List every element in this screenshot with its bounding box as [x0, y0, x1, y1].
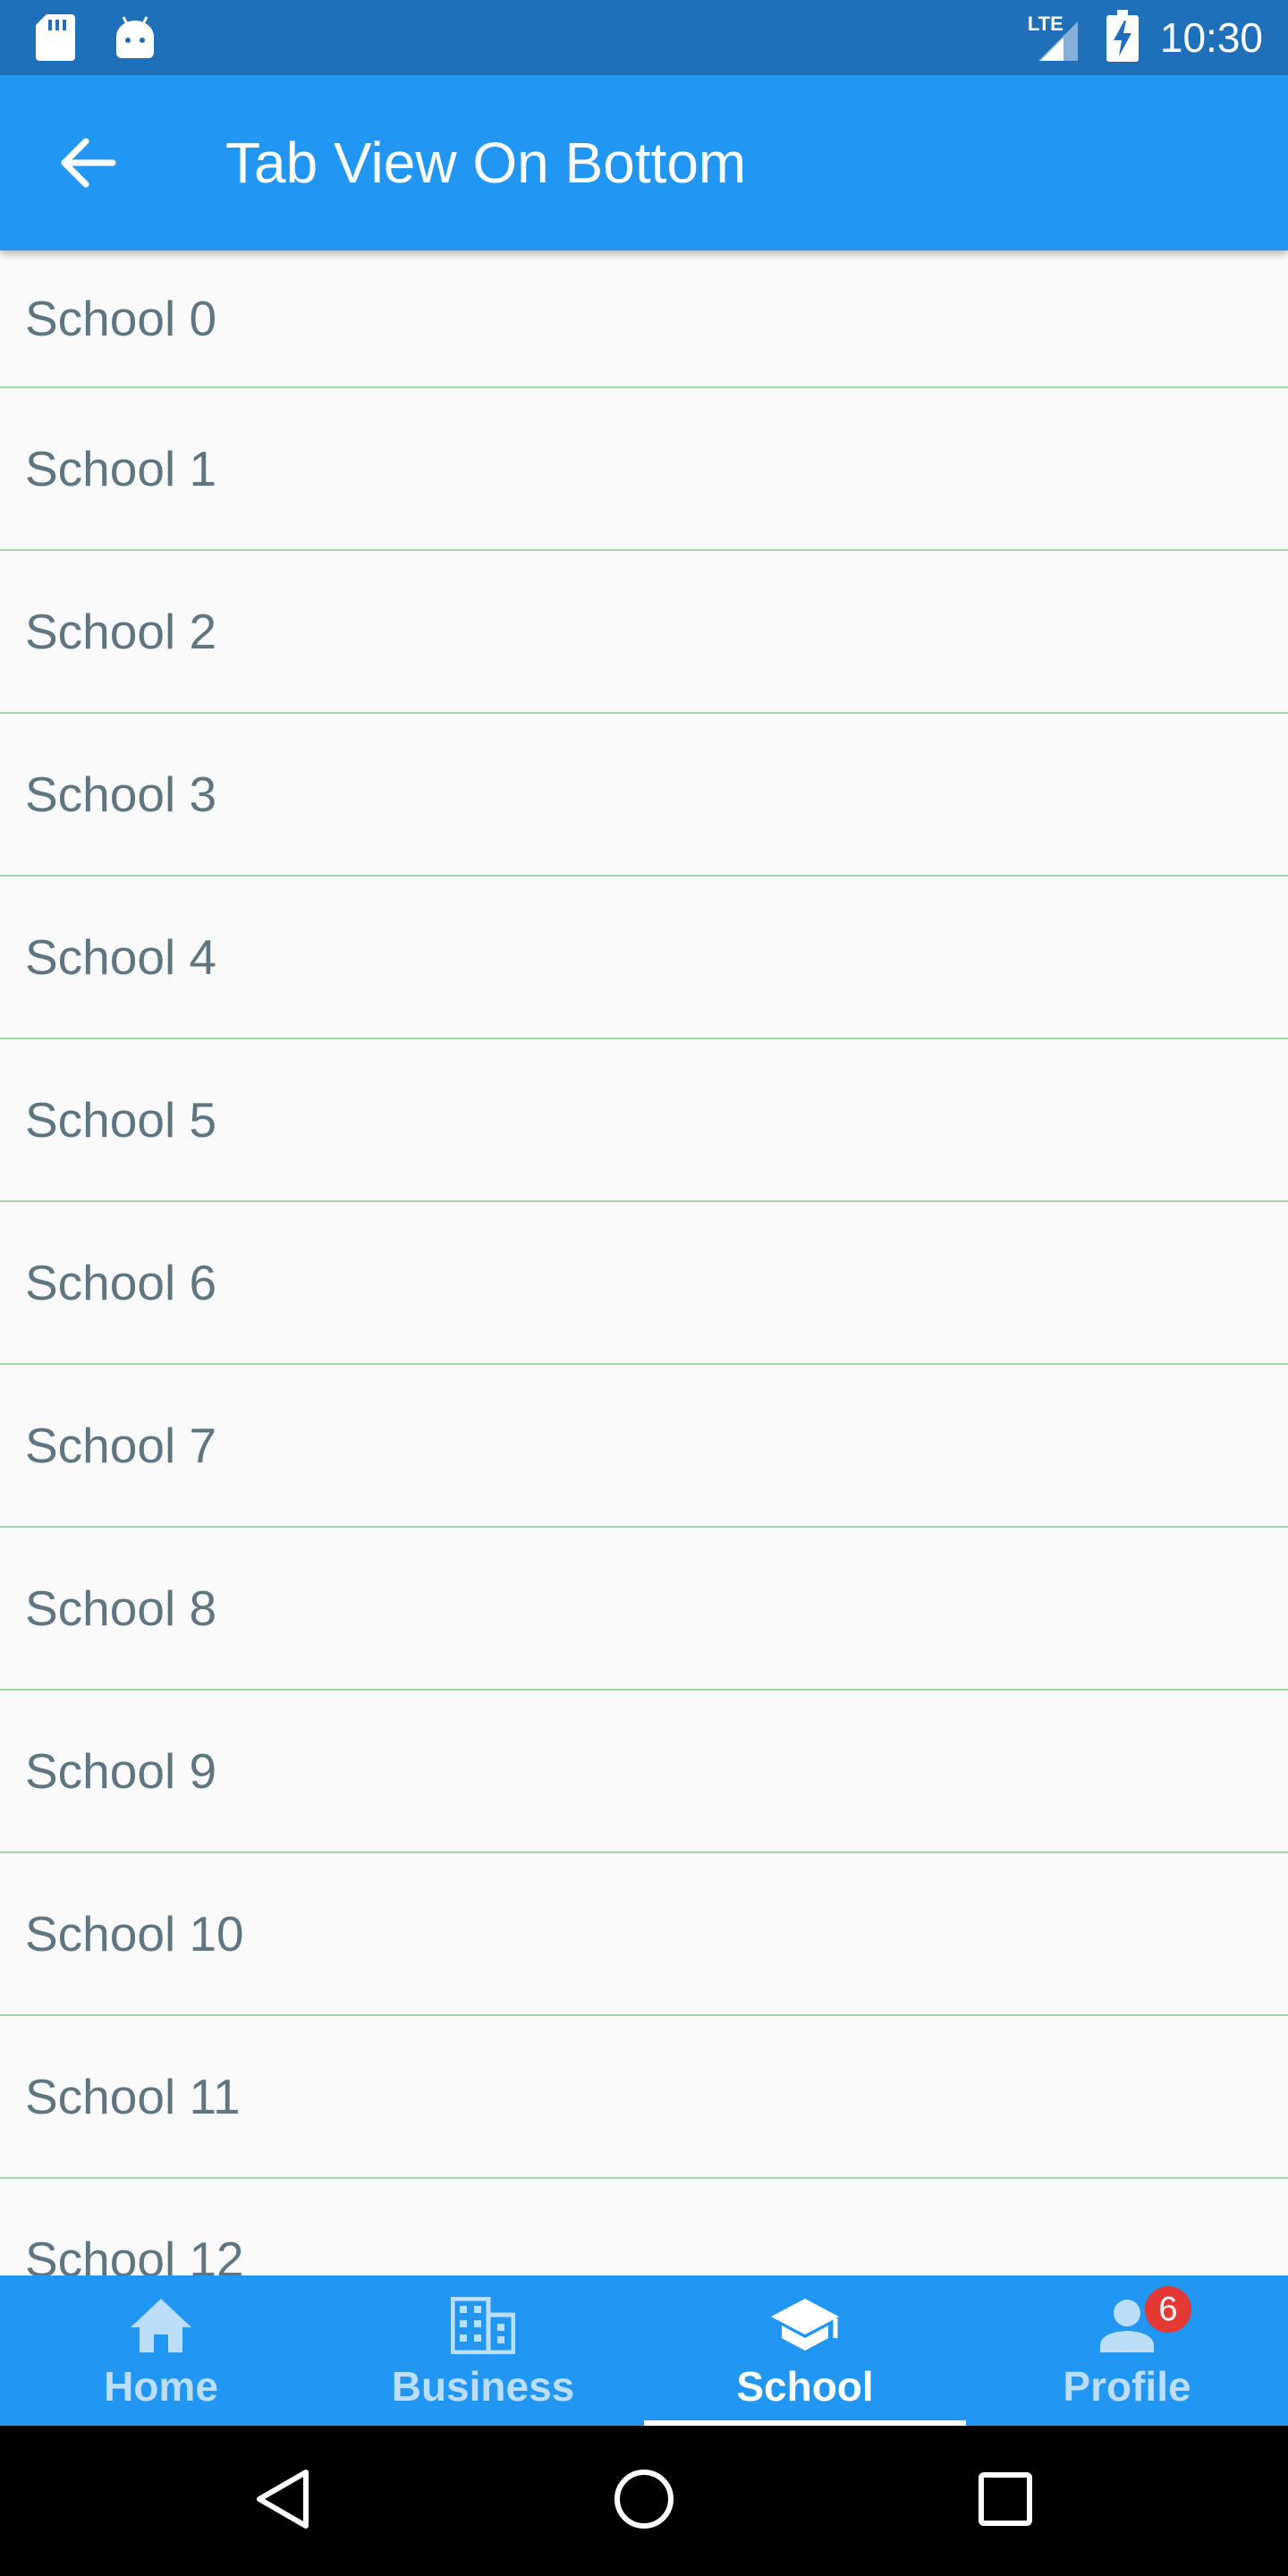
active-tab-indicator [644, 2420, 966, 2426]
business-icon [447, 2290, 519, 2361]
status-bar: LTE 10:30 [0, 0, 1288, 75]
list-item-label: School 2 [25, 604, 217, 659]
system-home-button[interactable] [599, 2456, 689, 2546]
list-item[interactable]: School 11 [0, 2016, 1288, 2179]
list-item-label: School 4 [25, 929, 217, 985]
home-circle-icon [612, 2467, 676, 2536]
tab-business[interactable]: Business [322, 2275, 644, 2426]
tab-school[interactable]: School [644, 2275, 966, 2426]
list-item[interactable]: School 12 [0, 2179, 1288, 2275]
tab-profile-label: Profile [1063, 2363, 1191, 2410]
system-back-button[interactable] [238, 2456, 327, 2546]
list-item[interactable]: School 9 [0, 1690, 1288, 1853]
bottom-navigation: Home Business School Profile 6 [0, 2275, 1288, 2426]
list-item-label: School 7 [25, 1418, 217, 1473]
school-icon [769, 2290, 841, 2361]
android-icon [114, 15, 156, 64]
list-item[interactable]: School 1 [0, 388, 1288, 551]
notification-badge: 6 [1145, 2286, 1191, 2333]
list-item[interactable]: School 5 [0, 1039, 1288, 1202]
back-triangle-icon [254, 2467, 311, 2536]
list-item[interactable]: School 6 [0, 1202, 1288, 1365]
list-item-label: School 10 [25, 1906, 244, 1962]
list-item[interactable]: School 8 [0, 1528, 1288, 1690]
list-item-label: School 5 [25, 1092, 217, 1148]
status-left-icons [36, 14, 156, 65]
list-item-label: School 8 [25, 1580, 217, 1636]
list-item-label: School 3 [25, 767, 217, 822]
tab-home[interactable]: Home [0, 2275, 322, 2426]
list-item-label: School 12 [25, 2232, 244, 2275]
list-item-label: School 6 [25, 1255, 217, 1310]
back-button[interactable] [45, 122, 131, 208]
app-bar: Tab View On Bottom [0, 75, 1288, 250]
list-item[interactable]: School 10 [0, 1853, 1288, 2016]
battery-charging-icon [1106, 9, 1139, 66]
list-item[interactable]: School 2 [0, 551, 1288, 714]
tab-business-label: Business [391, 2363, 575, 2410]
system-recents-button[interactable] [961, 2456, 1050, 2546]
tab-profile[interactable]: Profile 6 [966, 2275, 1288, 2426]
list-item-label: School 9 [25, 1743, 217, 1799]
arrow-back-icon [59, 138, 116, 192]
status-right: LTE 10:30 [1028, 9, 1263, 66]
tab-home-label: Home [104, 2363, 218, 2410]
list-item[interactable]: School 0 [0, 250, 1288, 388]
list-item-label: School 1 [25, 441, 217, 496]
list-item[interactable]: School 7 [0, 1365, 1288, 1528]
screen: LTE 10:30 Tab View On Bottom School 0 Sc… [0, 0, 1288, 2576]
tab-school-label: School [736, 2363, 874, 2410]
school-list[interactable]: School 0 School 1 School 2 School 3 Scho… [0, 250, 1288, 2275]
home-icon [125, 2290, 197, 2361]
system-navigation-bar [0, 2426, 1288, 2576]
list-item-label: School 0 [25, 291, 217, 346]
recents-square-icon [977, 2470, 1034, 2532]
list-item[interactable]: School 3 [0, 714, 1288, 877]
page-title: Tab View On Bottom [225, 131, 747, 195]
list-item[interactable]: School 4 [0, 877, 1288, 1039]
list-item-label: School 11 [25, 2069, 241, 2124]
sd-card-icon [36, 14, 75, 65]
lte-signal-icon: LTE [1028, 11, 1085, 64]
status-time: 10:30 [1159, 14, 1263, 61]
